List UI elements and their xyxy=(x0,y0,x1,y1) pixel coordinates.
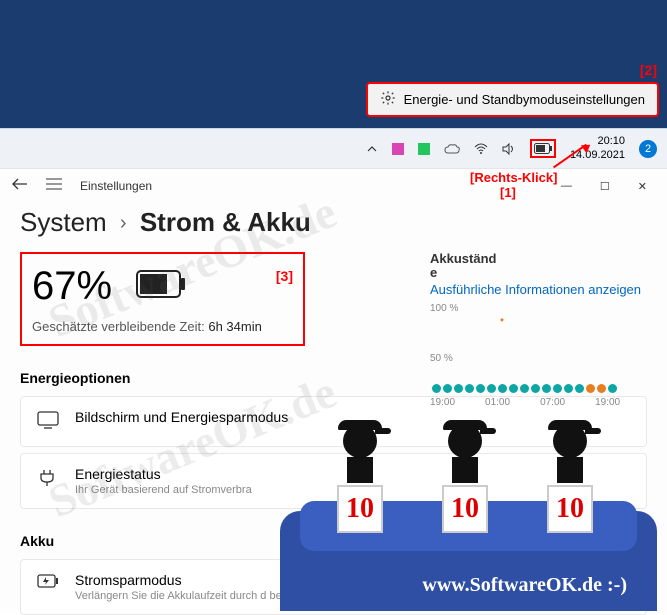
screen-icon xyxy=(37,409,59,434)
notification-badge[interactable]: 2 xyxy=(639,140,657,158)
wifi-icon[interactable] xyxy=(474,143,488,155)
remaining-label: Geschätzte verbleibende Zeit: xyxy=(32,319,205,334)
chart-dots xyxy=(432,384,667,393)
desktop-background: [2] Energie- und Standbymoduseinstellung… xyxy=(0,0,667,128)
annotation-rightclick: [Rechts-Klick] [1] xyxy=(470,170,557,200)
gear-icon xyxy=(380,90,396,109)
taskbar: 20:10 14.09.2021 2 xyxy=(0,128,667,168)
breadcrumb: System › Strom & Akku xyxy=(0,203,667,252)
breadcrumb-root[interactable]: System xyxy=(20,207,107,237)
option-label: Energiestatus xyxy=(75,466,252,482)
option-energy-status[interactable]: Energiestatus Ihr Gerät basierend auf St… xyxy=(20,453,647,509)
back-button[interactable] xyxy=(12,177,28,195)
battery-icon xyxy=(136,270,186,303)
option-label: Stromsparmodus xyxy=(75,572,459,588)
chart-time-axis: 19:00 01:00 07:00 19:00 xyxy=(430,397,667,408)
axis-tick-50: 50 % xyxy=(430,353,667,364)
tray-chevron-icon[interactable] xyxy=(366,143,378,155)
volume-icon[interactable] xyxy=(502,143,516,155)
option-sublabel: Ihr Gerät basierend auf Stromverbra xyxy=(75,484,252,496)
section-akku-heading: Akku xyxy=(20,533,647,549)
settings-window: Einstellungen — ☐ ✕ System › Strom & Akk… xyxy=(0,168,667,611)
breadcrumb-current: Strom & Akku xyxy=(140,207,311,237)
details-link[interactable]: Ausführliche Informationen anzeigen xyxy=(430,282,641,297)
titlebar: Einstellungen — ☐ ✕ xyxy=(0,169,667,203)
plug-icon xyxy=(37,466,59,491)
option-sublabel: Verlängern Sie die Akkulaufzeit durch d … xyxy=(75,590,459,602)
menu-icon[interactable] xyxy=(46,177,62,195)
tray-app-icon[interactable] xyxy=(418,143,430,155)
battery-summary-box: [3] 67% Geschätzte verbleibende Zeit: 6h… xyxy=(20,252,305,346)
tray-app-icon[interactable] xyxy=(392,143,404,155)
battery-saver-icon xyxy=(37,572,59,593)
annotation-3: [3] xyxy=(276,268,293,284)
maximize-button[interactable]: ☐ xyxy=(600,180,610,193)
battery-tray-icon[interactable] xyxy=(530,139,556,158)
tray-time: 20:10 xyxy=(570,135,625,148)
levels-label: Akkuständ e xyxy=(430,252,500,281)
option-battery-saver[interactable]: Stromsparmodus Verlängern Sie die Akkula… xyxy=(20,559,647,615)
context-menu-label: Energie- und Standbymoduseinstellungen xyxy=(404,92,645,107)
battery-levels-section: Akkuständ e Ausführliche Informationen a… xyxy=(430,252,667,408)
close-button[interactable]: ✕ xyxy=(638,180,647,193)
battery-percent: 67% xyxy=(32,264,112,309)
chevron-right-icon: › xyxy=(120,212,127,234)
app-name-label: Einstellungen xyxy=(80,179,152,193)
annotation-2: [2] xyxy=(640,62,657,78)
onedrive-icon[interactable] xyxy=(444,144,460,154)
context-menu-item-power[interactable]: Energie- und Standbymoduseinstellungen xyxy=(366,82,659,117)
minimize-button[interactable]: — xyxy=(561,180,572,193)
option-label: Bildschirm und Energiesparmodus xyxy=(75,409,288,425)
axis-tick-100: 100 % xyxy=(430,303,667,314)
remaining-value: 6h 34min xyxy=(208,319,261,334)
flame-icon: ⬩ xyxy=(500,314,667,327)
